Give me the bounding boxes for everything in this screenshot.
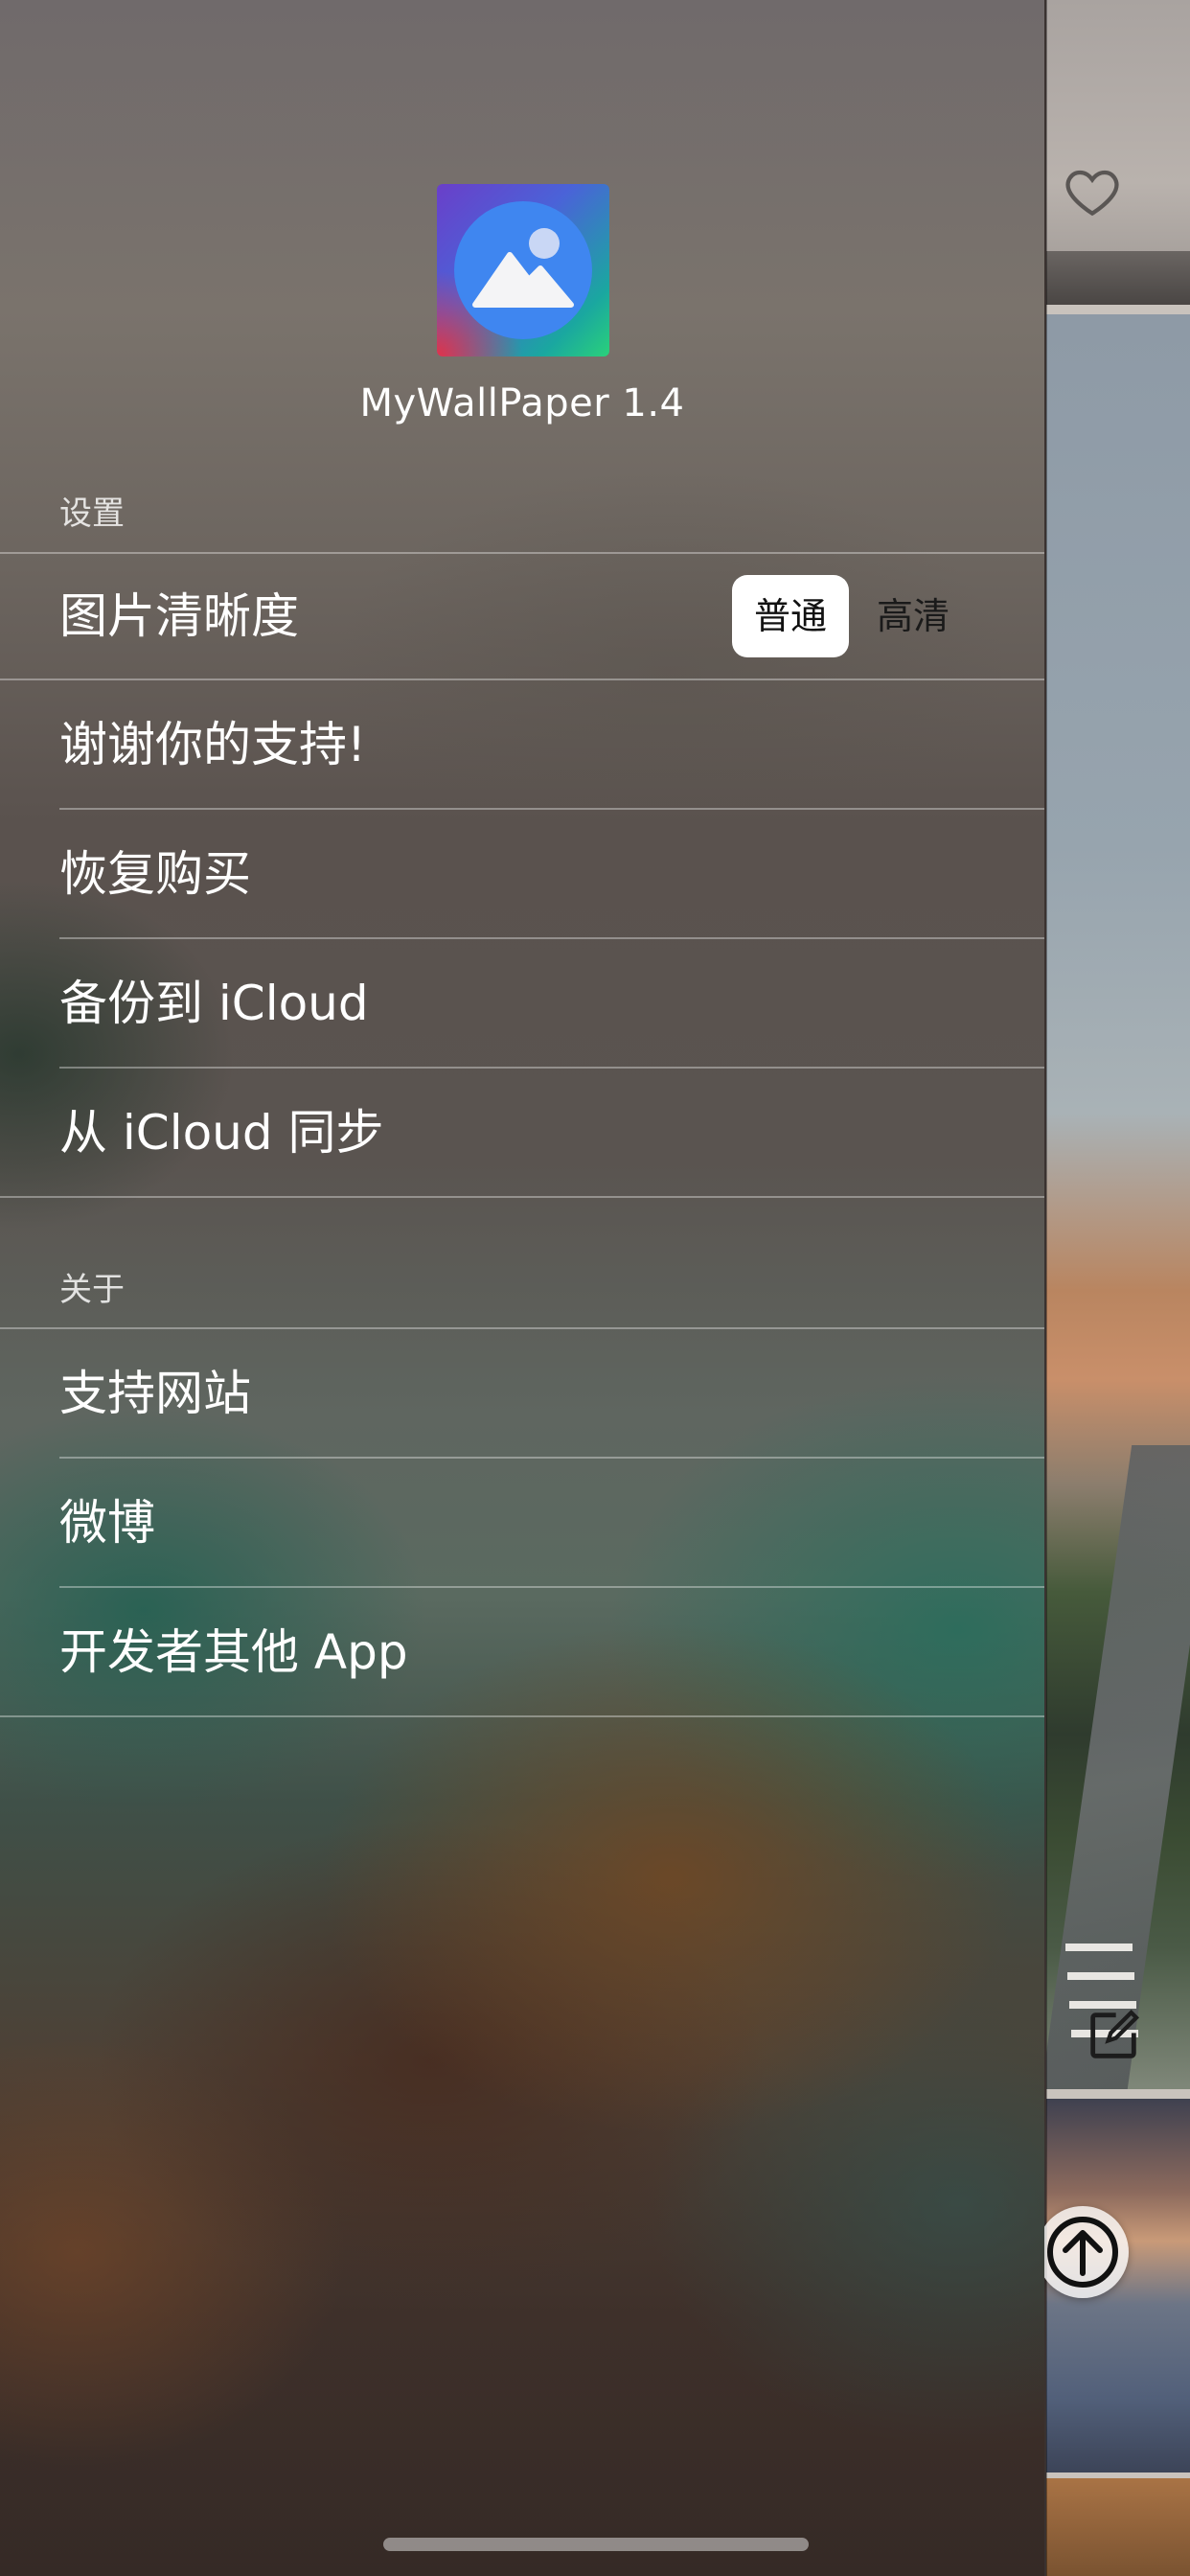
thanks-support-label: 谢谢你的支持! xyxy=(59,717,367,772)
image-quality-label: 图片清晰度 xyxy=(59,588,299,644)
image-quality-segmented-control[interactable]: 普通 高清 xyxy=(730,575,970,657)
support-website-label: 支持网站 xyxy=(59,1366,251,1421)
support-website-row[interactable]: 支持网站 xyxy=(0,1329,1044,1458)
app-title: MyWallPaper 1.4 xyxy=(359,381,685,426)
developer-apps-label: 开发者其他 App xyxy=(59,1624,408,1680)
quality-normal-option[interactable]: 普通 xyxy=(732,575,849,657)
wallpaper-thumbnail[interactable] xyxy=(1046,0,1190,305)
thanks-support-row[interactable]: 谢谢你的支持! xyxy=(0,680,1044,809)
divider xyxy=(0,1196,1044,1198)
backup-icloud-label: 备份到 iCloud xyxy=(59,976,369,1031)
arrow-up-circle-icon xyxy=(1047,2217,1118,2288)
heart-icon[interactable] xyxy=(1062,161,1123,222)
scroll-top-button[interactable] xyxy=(1037,2206,1129,2298)
wallpaper-feed xyxy=(1046,0,1190,2576)
developer-apps-row[interactable]: 开发者其他 App xyxy=(0,1588,1044,1716)
settings-drawer: MyWallPaper 1.4 设置 图片清晰度 普通 高清 谢谢你的支持! 恢… xyxy=(0,0,1044,2576)
weibo-label: 微博 xyxy=(59,1495,155,1551)
restore-purchase-row[interactable]: 恢复购买 xyxy=(0,810,1044,938)
home-indicator xyxy=(383,2538,809,2551)
about-section-header: 关于 xyxy=(59,1271,125,1309)
settings-section-header: 设置 xyxy=(59,494,125,533)
wallpaper-thumbnail[interactable] xyxy=(1046,314,1190,2089)
weibo-row[interactable]: 微博 xyxy=(0,1459,1044,1587)
quality-hd-option[interactable]: 高清 xyxy=(857,575,970,657)
sync-icloud-row[interactable]: 从 iCloud 同步 xyxy=(0,1069,1044,1197)
drawer-edge xyxy=(1046,0,1047,2576)
sync-icloud-label: 从 iCloud 同步 xyxy=(59,1105,384,1161)
backup-icloud-row[interactable]: 备份到 iCloud xyxy=(0,939,1044,1068)
mountain-photo-icon xyxy=(472,228,574,308)
wallpaper-thumbnail[interactable] xyxy=(1046,2478,1190,2576)
edit-icon[interactable] xyxy=(1083,2005,1144,2066)
restore-purchase-label: 恢复购买 xyxy=(59,846,251,902)
app-logo xyxy=(437,184,609,356)
divider xyxy=(0,1715,1044,1717)
